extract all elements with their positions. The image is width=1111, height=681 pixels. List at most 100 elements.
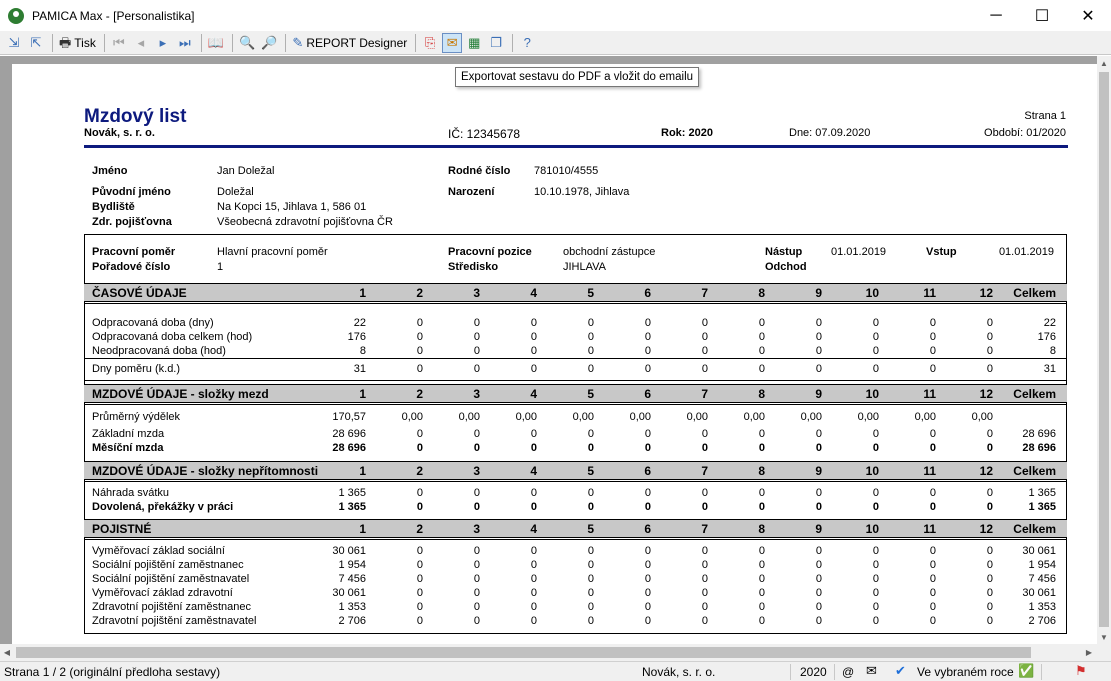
table-cell: 0 [929,573,936,585]
address-value: Na Kopci 15, Jihlava 1, 586 01 [217,201,367,213]
column-header: 10 [865,387,879,401]
table-cell: 0 [758,428,765,440]
table-cell: 0,00 [971,411,993,423]
table-cell: 0 [758,317,765,329]
status-page-info: Strana 1 / 2 (originální předloha sestav… [4,665,221,679]
toolbar-separator [52,33,53,52]
table-cell: 0,00 [401,411,423,423]
section-title: ČASOVÉ ÚDAJE [92,286,187,300]
scroll-up-icon[interactable]: ▲ [1097,56,1111,70]
table-cell: 0 [416,363,423,375]
zoom-in-icon[interactable]: 🔍 [237,33,257,53]
pdf-export-icon[interactable]: ⎘ [420,33,440,53]
column-header: 10 [865,286,879,300]
column-header: 6 [644,387,651,401]
excel-export-icon[interactable]: ▦ [464,33,484,53]
birth-label: Narození [448,186,495,198]
table-cell: 0 [587,331,594,343]
table-cell: 0 [929,559,936,571]
table-cell: 0 [530,345,537,357]
table-cell: 22 [353,317,366,329]
table-cell: 0 [986,363,993,375]
table-cell: 0 [530,501,537,513]
horizontal-scrollbar[interactable]: ◀ ▶ [0,644,1097,661]
table-cell: 0 [530,559,537,571]
table-cell: 0 [644,363,651,375]
last-page-icon[interactable]: ⏭ [175,33,195,53]
import-icon[interactable]: ⇱ [26,33,46,53]
table-cell: 0 [416,587,423,599]
name-value: Jan Doležal [217,165,275,177]
column-header: 5 [587,387,594,401]
table-cell: 0 [587,487,594,499]
table-cell: 0 [644,601,651,613]
column-header: 7 [701,464,708,478]
previous-page-icon[interactable]: ◂ [131,33,151,53]
column-header: 11 [923,387,936,401]
table-cell: 0 [815,363,822,375]
table-cell: 0 [701,545,708,557]
check-circle-icon[interactable]: ✅ [1018,663,1034,679]
start-value: 01.01.2019 [831,246,887,258]
first-page-icon[interactable]: ⏮ [109,33,129,53]
scroll-right-icon[interactable]: ▶ [1082,644,1096,661]
center-label: Středisko [448,261,499,273]
toolbar: ⇲ ⇱ 🖶 Tisk ⏮ ◂ ▸ ⏭ 📖 🔍 🔎 ✎ REPORT Design… [0,31,1111,55]
column-header: 9 [815,464,822,478]
row-label: Průměrný výdělek [92,411,181,423]
column-header: 1 [359,286,366,300]
column-header: 9 [815,286,822,300]
vertical-scroll-thumb[interactable] [1099,72,1109,627]
printer-icon: 🖶 [59,35,72,50]
scroll-down-icon[interactable]: ▼ [1097,630,1111,644]
table-cell: 176 [347,331,366,343]
report-designer-button[interactable]: ✎ REPORT Designer [290,33,409,53]
horizontal-scroll-thumb[interactable] [16,647,1031,658]
table-cell: 0 [530,442,537,454]
table-cell: 0 [473,545,480,557]
table-cell: 0 [872,587,879,599]
table-cell: 0 [986,501,993,513]
minimize-button[interactable]: ─ [973,0,1019,31]
scroll-left-icon[interactable]: ◀ [0,644,14,661]
table-cell: 0 [473,428,480,440]
section-title: MZDOVÉ ÚDAJE - složky mezd [92,387,269,401]
mail-icon[interactable]: ✉ [866,663,877,679]
pdf-email-export-icon[interactable]: ✉ [442,32,463,53]
column-header: 3 [473,286,480,300]
table-cell: 0 [929,487,936,499]
flag-icon[interactable]: ⚑ [1075,663,1087,679]
status-bar: Strana 1 / 2 (originální předloha sestav… [0,661,1111,681]
check-pen-icon[interactable]: ✔ [895,663,906,679]
print-button[interactable]: 🖶 Tisk [57,33,98,53]
table-cell: 0 [986,545,993,557]
column-header: 4 [530,464,537,478]
entry-label: Vstup [926,246,957,258]
vertical-scrollbar[interactable]: ▲ ▼ [1097,56,1111,644]
help-icon[interactable]: ? [517,33,537,53]
zoom-out-icon[interactable]: 🔎 [259,33,279,53]
status-year: 2020 [800,665,827,679]
export-icon[interactable]: ⇲ [4,33,24,53]
table-cell: 1 353 [338,601,366,613]
next-page-icon[interactable]: ▸ [153,33,173,53]
book-icon[interactable]: 📖 [206,33,226,53]
column-header: 11 [923,522,936,536]
copy-icon[interactable]: ❐ [486,33,506,53]
table-cell: 0 [587,615,594,627]
maximize-button[interactable]: ☐ [1019,0,1065,31]
column-header: 7 [701,387,708,401]
close-button[interactable]: ✕ [1065,0,1111,31]
table-cell: 0 [473,501,480,513]
column-header: 12 [979,522,993,536]
report-title: Mzdový list [84,106,187,127]
table-cell: 0 [416,559,423,571]
table-cell: 0 [644,331,651,343]
table-cell: 0,00 [629,411,651,423]
table-cell: 0 [530,331,537,343]
table-cell: 0 [986,573,993,585]
table-cell: 0 [473,573,480,585]
table-cell: 0 [872,487,879,499]
table-cell: 0 [701,601,708,613]
table-cell: 0 [758,363,765,375]
